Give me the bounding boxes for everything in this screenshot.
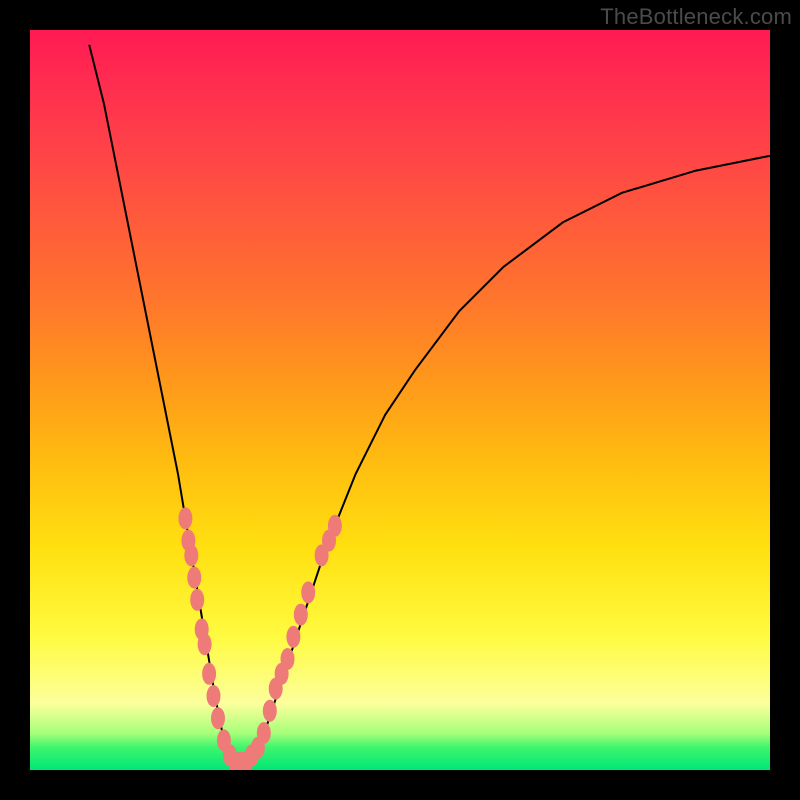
outer-frame: TheBottleneck.com: [0, 0, 800, 800]
bottleneck-curve: [89, 45, 770, 763]
bead-group: [178, 507, 342, 770]
bead-marker: [202, 663, 216, 685]
plot-area: [30, 30, 770, 770]
bead-marker: [187, 567, 201, 589]
bead-marker: [286, 626, 300, 648]
bead-marker: [184, 544, 198, 566]
bead-marker: [294, 604, 308, 626]
bead-marker: [198, 633, 212, 655]
watermark-text: TheBottleneck.com: [600, 4, 792, 30]
bead-marker: [178, 507, 192, 529]
bead-marker: [328, 515, 342, 537]
bead-marker: [190, 589, 204, 611]
bead-marker: [263, 700, 277, 722]
bead-marker: [211, 707, 225, 729]
bead-marker: [281, 648, 295, 670]
bead-marker: [301, 581, 315, 603]
bead-marker: [207, 685, 221, 707]
bead-marker: [257, 722, 271, 744]
curve-svg: [30, 30, 770, 770]
